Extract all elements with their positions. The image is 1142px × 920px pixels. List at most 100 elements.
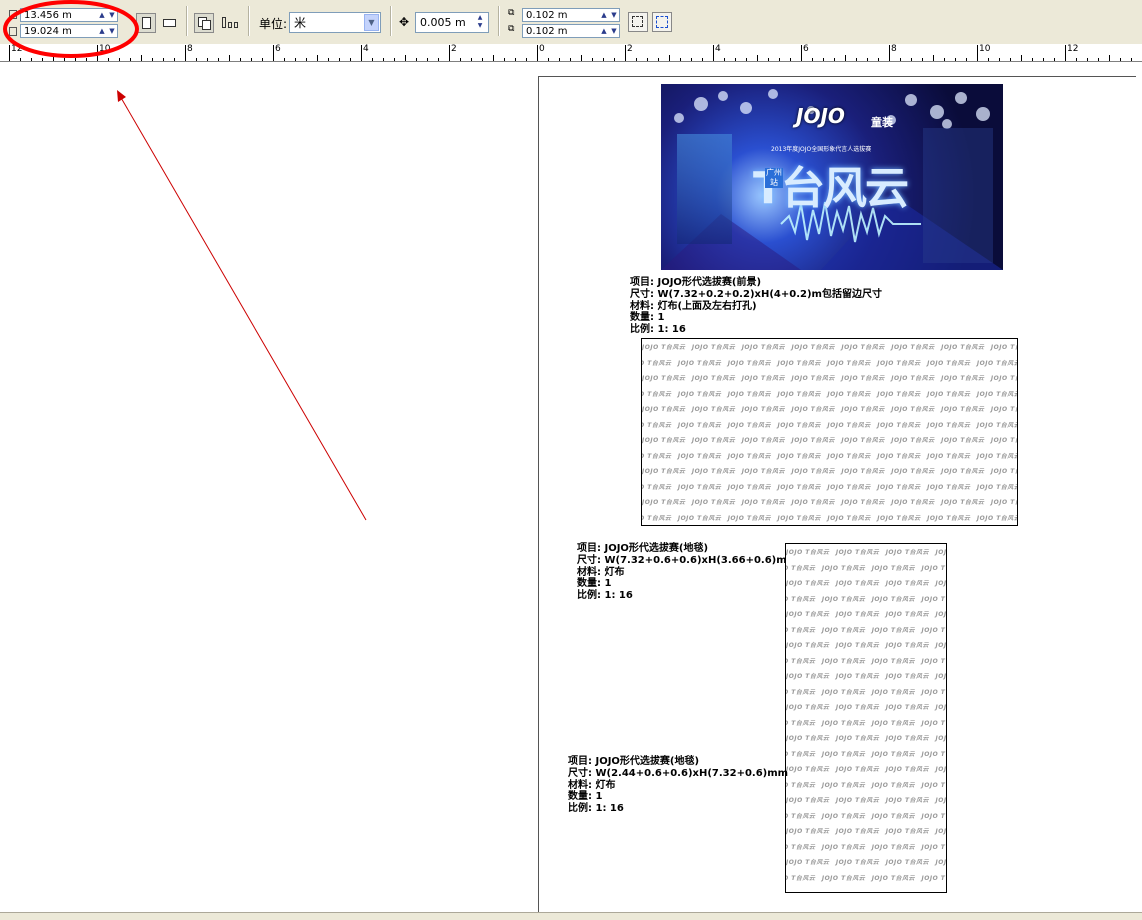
ruler-tick [185, 45, 186, 61]
caption-scale: 比例: 1: 16 [630, 324, 686, 336]
ruler-tick [251, 58, 252, 61]
ruler-tick [504, 58, 505, 61]
ruler-tick [20, 58, 21, 61]
spin-up-icon[interactable]: ▲ [97, 25, 107, 37]
ruler-tick [526, 58, 527, 61]
carpet-pattern-tall[interactable]: JOJO T台风云 JOJO T台风云 JOJO T台风云 JOJO T台风云 … [785, 543, 947, 893]
ruler-tick [548, 58, 549, 61]
ruler-tick [691, 58, 692, 61]
portrait-button[interactable] [136, 13, 156, 33]
ruler-tick [1021, 55, 1022, 61]
pattern-row: JOJO T台风云 JOJO T台风云 JOJO T台风云 JOJO T台风云 … [786, 797, 947, 804]
ruler-tick [317, 55, 318, 61]
spin-down-icon[interactable]: ▼ [473, 22, 487, 30]
ruler-tick [889, 45, 890, 61]
caption-quantity: 数量: 1 [577, 578, 612, 590]
pattern-row: JOJO T台风云 JOJO T台风云 JOJO T台风云 JOJO T台风云 … [786, 766, 947, 773]
ruler-tick [130, 58, 131, 61]
toolbar-separator [498, 6, 500, 36]
landscape-button[interactable] [160, 13, 180, 33]
spin-down-icon[interactable]: ▼ [609, 9, 619, 21]
page-height-input[interactable]: 19.024 m ▲ ▼ [20, 24, 118, 38]
units-value: 米 [294, 16, 307, 30]
spin-down-icon[interactable]: ▼ [609, 25, 619, 37]
ruler-tick [658, 58, 659, 61]
front-banner-artwork[interactable]: JOJO 童装 2013年度JOJO全国形象代言人选拔赛 T台风云 广州站 [661, 84, 1003, 270]
ruler-tick [284, 58, 285, 61]
ruler-tick [988, 58, 989, 61]
ruler-tick [42, 58, 43, 61]
ruler-tick [471, 58, 472, 61]
duplicate-y-value: 0.102 m [526, 26, 568, 37]
ruler-tick [999, 58, 1000, 61]
caption-front-banner[interactable]: 项目: JOJO形代选拔赛(前景) 尺寸: W(7.32+0.2+0.2)xH(… [630, 277, 882, 336]
ruler-tick [812, 58, 813, 61]
caption-carpet-wide[interactable]: 项目: JOJO形代选拔赛(地毯) 尺寸: W(7.32+0.6+0.6)xH(… [577, 543, 787, 602]
current-page-button[interactable] [220, 13, 240, 33]
ruler-label: 10 [99, 44, 111, 54]
spin-up-icon[interactable]: ▲ [599, 25, 609, 37]
duplicate-x-spinner[interactable]: ▲ ▼ [599, 9, 619, 21]
ruler-tick [1032, 58, 1033, 61]
page-width-input[interactable]: 13.456 m ▲ ▼ [20, 8, 118, 22]
nudge-distance-input[interactable]: 0.005 m ▲ ▼ [415, 12, 489, 33]
ruler-tick [845, 55, 846, 61]
ruler-tick [515, 58, 516, 61]
page-height-spinner[interactable]: ▲ ▼ [97, 25, 117, 37]
snap-to-objects-button[interactable] [652, 12, 672, 32]
pattern-row: JOJO T台风云 JOJO T台风云 JOJO T台风云 JOJO T台风云 … [786, 657, 946, 665]
horizontal-ruler[interactable]: 12 10 8 6 4 2 0 2 4 6 8 10 12 [0, 44, 1142, 62]
duplicate-x-input[interactable]: 0.102 m ▲ ▼ [522, 8, 620, 22]
ruler-tick [75, 58, 76, 61]
caption-material: 材料: 灯布 [577, 566, 625, 578]
property-bar: 13.456 m ▲ ▼ 19.024 m ▲ ▼ 单位: 米 ▼ ✥ 0.005 … [0, 0, 1142, 45]
ruler-tick [119, 58, 120, 61]
duplicate-x-value: 0.102 m [526, 10, 568, 21]
pattern-row: JOJO T台风云 JOJO T台风云 JOJO T台风云 JOJO T台风云 … [786, 812, 946, 820]
ruler-tick [460, 58, 461, 61]
pattern-row: JOJO T台风云 JOJO T台风云 JOJO T台风云 JOJO T台风云 … [642, 499, 1017, 506]
spin-up-icon[interactable]: ▲ [473, 14, 487, 22]
portrait-page-icon [142, 17, 151, 29]
ruler-tick [1076, 58, 1077, 61]
current-page-icon [228, 22, 232, 28]
duplicate-y-input[interactable]: 0.102 m ▲ ▼ [522, 24, 620, 38]
caption-carpet-tall[interactable]: 项目: JOJO形代选拔赛(地毯) 尺寸: W(2.44+0.6+0.6)xH(… [568, 756, 788, 815]
pattern-row: JOJO T台风云 JOJO T台风云 JOJO T台风云 JOJO T台风云 … [642, 344, 1017, 351]
chevron-down-icon[interactable]: ▼ [364, 14, 379, 31]
pattern-row: JOJO T台风云 JOJO T台风云 JOJO T台风云 JOJO T台风云 … [786, 828, 947, 835]
ruler-tick [1043, 58, 1044, 61]
ruler-label: 12 [11, 44, 23, 54]
ruler-tick [1065, 45, 1066, 61]
spin-down-icon[interactable]: ▼ [107, 9, 117, 21]
ruler-label: 4 [715, 44, 721, 54]
caption-quantity: 数量: 1 [568, 791, 603, 803]
spin-up-icon[interactable]: ▲ [599, 9, 609, 21]
ruler-tick [449, 45, 450, 61]
all-pages-button[interactable] [194, 13, 214, 33]
spin-up-icon[interactable]: ▲ [97, 9, 107, 21]
pattern-row: JOJO T台风云 JOJO T台风云 JOJO T台风云 JOJO T台风云 … [786, 719, 946, 727]
carpet-pattern-wide[interactable]: JOJO T台风云 JOJO T台风云 JOJO T台风云 JOJO T台风云 … [641, 338, 1018, 526]
ruler-tick [405, 55, 406, 61]
pattern-row: JOJO T台风云 JOJO T台风云 JOJO T台风云 JOJO T台风云 … [786, 673, 947, 680]
ruler-tick [350, 58, 351, 61]
ruler-tick [53, 55, 54, 61]
page-height-value: 19.024 m [24, 26, 72, 37]
pattern-row: JOJO T台风云 JOJO T台风云 JOJO T台风云 JOJO T台风云 … [786, 626, 946, 634]
ruler-tick [834, 58, 835, 61]
pattern-row: JOJO T台风云 JOJO T台风云 JOJO T台风云 JOJO T台风云 … [786, 843, 946, 851]
caption-size: 尺寸: W(2.44+0.6+0.6)xH(7.32+0.6)mm [568, 767, 789, 779]
ruler-tick [196, 58, 197, 61]
treat-as-filled-button[interactable] [628, 12, 648, 32]
ruler-tick [141, 55, 142, 61]
treat-as-filled-icon [632, 16, 643, 27]
pattern-row: JOJO T台风云 JOJO T台风云 JOJO T台风云 JOJO T台风云 … [642, 375, 1017, 382]
caption-project: 项目: JOJO形代选拔赛(地毯) [577, 543, 709, 554]
page-width-spinner[interactable]: ▲ ▼ [97, 9, 117, 21]
spin-down-icon[interactable]: ▼ [107, 25, 117, 37]
caption-material: 材料: 灯布 [568, 779, 616, 791]
units-select[interactable]: 米 ▼ [289, 12, 381, 33]
duplicate-y-spinner[interactable]: ▲ ▼ [599, 25, 619, 37]
nudge-spinner[interactable]: ▲ ▼ [473, 14, 487, 31]
